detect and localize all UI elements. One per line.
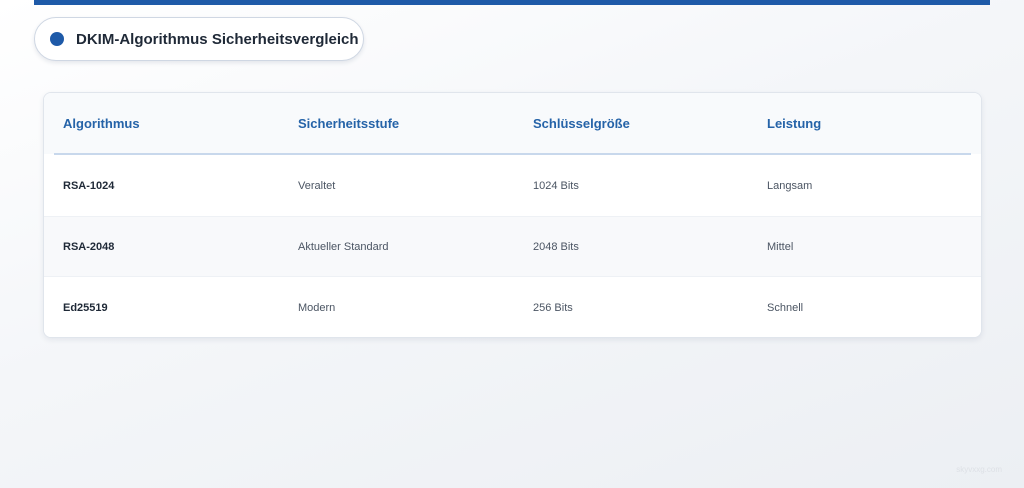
page-title-badge: DKIM-Algorithmus Sicherheitsvergleich	[34, 17, 364, 61]
column-header-security-level[interactable]: Sicherheitsstufe	[298, 93, 399, 154]
cell-security-level: Veraltet	[298, 179, 336, 192]
cell-performance: Mittel	[767, 240, 794, 253]
cell-algorithm: Ed25519	[63, 301, 108, 314]
table-row: Ed25519 Modern 256 Bits Schnell	[44, 277, 981, 337]
cell-performance: Schnell	[767, 301, 804, 314]
cell-algorithm: RSA-1024	[63, 179, 115, 192]
top-accent-bar	[34, 0, 990, 5]
column-header-performance[interactable]: Leistung	[767, 93, 821, 154]
table-header-row: Algorithmus Sicherheitsstufe Schlüsselgr…	[44, 93, 981, 154]
cell-key-size: 2048 Bits	[533, 240, 579, 253]
cell-security-level: Aktueller Standard	[298, 240, 389, 253]
cell-key-size: 1024 Bits	[533, 179, 579, 192]
cell-key-size: 256 Bits	[533, 301, 573, 314]
cell-performance: Langsam	[767, 179, 813, 192]
column-header-algorithm[interactable]: Algorithmus	[63, 93, 140, 154]
cell-security-level: Modern	[298, 301, 336, 314]
comparison-table: Algorithmus Sicherheitsstufe Schlüsselgr…	[43, 92, 982, 338]
page-title: DKIM-Algorithmus Sicherheitsvergleich	[76, 30, 359, 48]
watermark: skyvxxg.com	[956, 465, 1002, 474]
column-header-key-size[interactable]: Schlüsselgröße	[533, 93, 630, 154]
cell-algorithm: RSA-2048	[63, 240, 115, 253]
title-dot-icon	[50, 32, 64, 46]
table-row: RSA-2048 Aktueller Standard 2048 Bits Mi…	[44, 216, 981, 277]
table-row: RSA-1024 Veraltet 1024 Bits Langsam	[44, 155, 981, 216]
